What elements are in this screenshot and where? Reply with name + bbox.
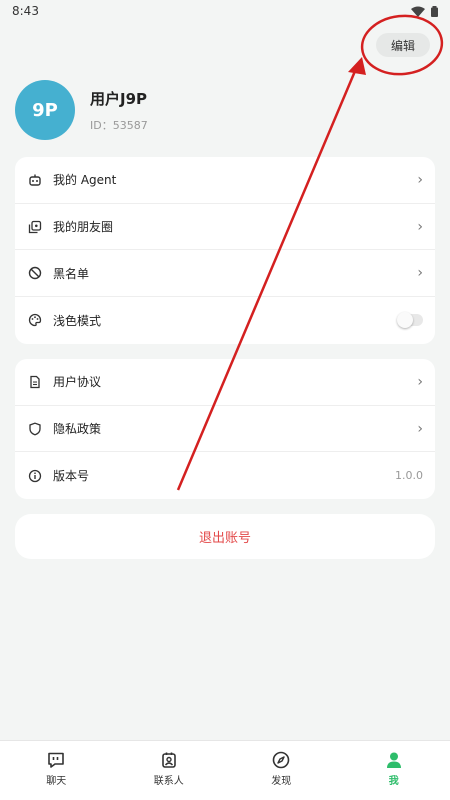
battery-icon [431, 5, 438, 17]
robot-icon [27, 172, 43, 188]
block-icon [27, 265, 43, 281]
status-icons [411, 5, 438, 17]
tab-discover[interactable]: 发现 [225, 741, 338, 800]
settings-item-blacklist[interactable]: 黑名单 › [15, 250, 435, 298]
chevron-right-icon: › [417, 218, 423, 235]
edit-button[interactable]: 编辑 [376, 33, 430, 57]
person-icon [384, 750, 404, 770]
chevron-right-icon: › [417, 171, 423, 188]
settings-item-light-mode: 浅色模式 [15, 297, 435, 344]
gallery-icon [27, 219, 43, 235]
tab-contacts[interactable]: 联系人 [113, 741, 226, 800]
user-id: ID：53587 [90, 118, 148, 132]
bottom-tab-bar: 聊天 联系人 发现 我 [0, 740, 450, 800]
profile-text: 用户J9P ID：53587 [90, 88, 148, 133]
settings-item-moments[interactable]: 我的朋友圈 › [15, 204, 435, 251]
contacts-icon [159, 750, 179, 770]
chevron-right-icon: › [417, 373, 423, 390]
chevron-right-icon: › [417, 420, 423, 437]
tab-me[interactable]: 我 [338, 741, 450, 800]
tab-label: 我 [388, 776, 399, 787]
status-bar: 8:43 [0, 0, 450, 22]
settings-item-privacy-policy[interactable]: 隐私政策 › [15, 406, 435, 453]
compass-icon [271, 750, 291, 770]
light-mode-toggle[interactable] [397, 312, 423, 329]
settings-item-version: 版本号 1.0.0 [15, 452, 435, 499]
tab-chat[interactable]: 聊天 [0, 741, 113, 800]
tab-label: 聊天 [46, 776, 67, 787]
shield-icon [27, 421, 43, 437]
settings-item-label: 浅色模式 [53, 313, 102, 328]
palette-icon [27, 312, 43, 328]
settings-item-label: 版本号 [53, 469, 90, 484]
logout-button[interactable]: 退出账号 [15, 514, 435, 559]
info-icon [27, 468, 43, 484]
annotation-arrowhead [348, 57, 366, 75]
settings-item-label: 用户协议 [53, 375, 102, 390]
settings-card-legal: 用户协议 › 隐私政策 › 版本号 1.0.0 [15, 359, 435, 499]
settings-item-label: 黑名单 [53, 266, 90, 281]
status-time: 8:43 [12, 4, 39, 18]
avatar[interactable]: 9P [15, 80, 75, 140]
toggle-knob [397, 312, 413, 329]
tab-label: 联系人 [153, 776, 184, 787]
profile-header: 9P 用户J9P ID：53587 [15, 80, 148, 140]
chevron-right-icon: › [417, 265, 423, 282]
settings-item-label: 隐私政策 [53, 422, 102, 437]
tab-label: 发现 [271, 776, 292, 787]
version-value: 1.0.0 [395, 469, 423, 483]
settings-item-user-agreement[interactable]: 用户协议 › [15, 359, 435, 406]
chat-icon [46, 750, 66, 770]
username: 用户J9P [90, 89, 148, 108]
wifi-icon [411, 6, 425, 17]
document-icon [27, 374, 43, 390]
settings-item-label: 我的朋友圈 [53, 220, 114, 235]
settings-item-my-agent[interactable]: 我的 Agent › [15, 157, 435, 204]
settings-item-label: 我的 Agent [53, 173, 117, 188]
settings-card-main: 我的 Agent › 我的朋友圈 › 黑名单 › 浅色模式 [15, 157, 435, 344]
